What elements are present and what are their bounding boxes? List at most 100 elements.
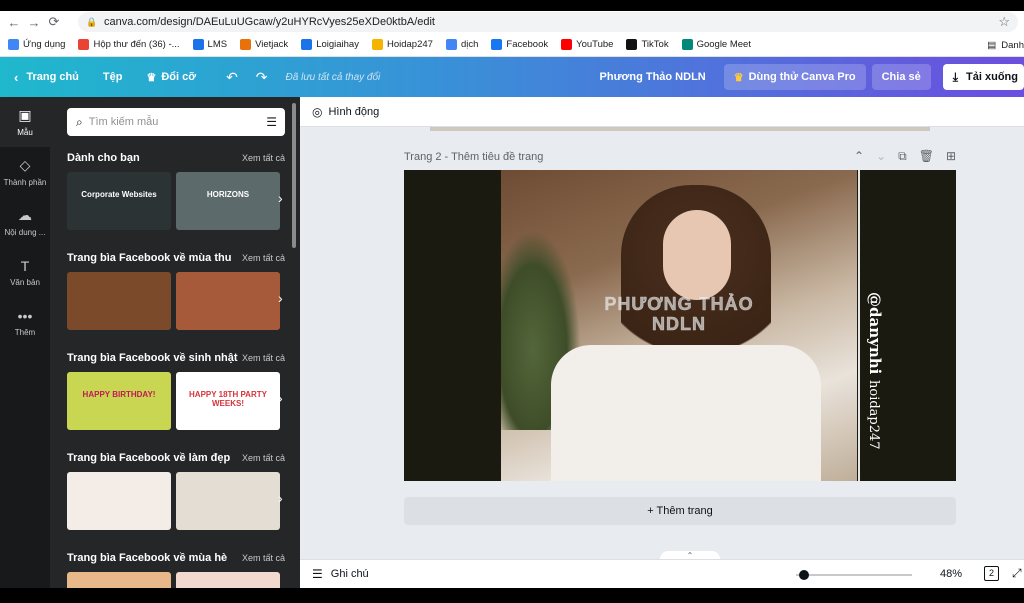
download-button[interactable]: ⤓ Tải xuống [942, 64, 1024, 90]
template-thumbnail[interactable] [67, 572, 171, 588]
animate-button[interactable]: ◎ Hình động [312, 105, 379, 119]
reload-icon[interactable]: ⟳ [44, 12, 64, 32]
delete-icon[interactable]: 🗑 [919, 149, 934, 164]
redo-icon[interactable]: ↷ [256, 69, 268, 86]
add-page-button[interactable]: + Thêm trang [404, 497, 956, 525]
forward-icon[interactable]: → [24, 12, 44, 32]
template-search-input[interactable]: ⌕ Tìm kiếm mẫu ☰ [67, 108, 285, 136]
bookmark-item[interactable]: YouTube [561, 39, 613, 50]
bookmark-item[interactable]: Vietjack [240, 39, 288, 50]
previous-page-edge [430, 127, 930, 131]
address-bar[interactable]: 🔒 canva.com/design/DAEuLuUGcaw/y2uHYRcVy… [78, 12, 1018, 32]
home-link[interactable]: ‹ Trang chủ [14, 70, 79, 85]
zoom-slider-handle[interactable] [799, 570, 809, 580]
reading-list-button[interactable]: ▤ Danh [987, 33, 1024, 56]
template-thumbnail[interactable]: HAPPY 18TH PARTY WEEKS! [176, 372, 280, 430]
rail-item-2[interactable]: ☁ Nội dung ... [0, 197, 50, 247]
chevron-right-icon[interactable]: › [278, 290, 283, 306]
section-title: Trang bìa Facebook về sinh nhật [67, 352, 238, 364]
rail-item-4[interactable]: ••• Thêm [0, 297, 50, 347]
bookmark-item[interactable]: Hoidap247 [371, 39, 433, 50]
chevron-up-icon[interactable]: ⌃ [854, 149, 864, 164]
rail-item-label: Nội dung ... [4, 228, 46, 237]
bookmark-label: Ứng dụng [23, 39, 66, 50]
file-menu[interactable]: Tệp [103, 71, 123, 83]
page-title[interactable]: Trang 2 - Thêm tiêu đề trang [404, 151, 543, 163]
chevron-right-icon[interactable]: › [278, 190, 283, 206]
bookmark-item[interactable]: Google Meet [681, 39, 751, 50]
vertical-site-text[interactable]: hoidap247 [866, 380, 881, 450]
design-page[interactable]: PHƯƠNG THẢO NDLN @danynhi hoidap247 [404, 170, 956, 481]
template-thumbnail[interactable] [176, 572, 280, 588]
back-icon[interactable]: ← [4, 12, 24, 32]
bookmark-favicon-icon [681, 39, 693, 50]
section-title: Trang bìa Facebook về mùa thu [67, 252, 232, 264]
chevron-right-icon[interactable]: › [278, 390, 283, 406]
portrait-photo[interactable]: PHƯƠNG THẢO NDLN [501, 170, 857, 481]
bookmark-item[interactable]: LMS [192, 39, 227, 50]
template-thumbnail[interactable] [67, 472, 171, 530]
screen: ← → ⟳ 🔒 canva.com/design/DAEuLuUGcaw/y2u… [0, 0, 1024, 603]
editor-toolbar: ◎ Hình động [300, 97, 1024, 127]
chevron-right-icon[interactable]: › [278, 490, 283, 506]
see-all-link[interactable]: Xem tất cả [242, 353, 285, 363]
bookmark-item[interactable]: Facebook [491, 39, 548, 50]
photo-title[interactable]: PHƯƠNG THẢO NDLN [501, 294, 857, 335]
see-all-link[interactable]: Xem tất cả [242, 153, 285, 163]
rail-item-label: Thành phần [3, 178, 47, 187]
template-thumbnail[interactable]: HORIZONS [176, 172, 280, 230]
bookmark-favicon-icon [445, 39, 457, 50]
page-count-badge[interactable]: 2 [984, 566, 999, 581]
animate-label: Hình động [328, 105, 380, 118]
resize-button[interactable]: ♛ Đổi cỡ [146, 71, 196, 84]
notes-icon[interactable]: ☰ [312, 567, 323, 581]
see-all-link[interactable]: Xem tất cả [242, 253, 285, 263]
share-button[interactable]: Chia sẻ [871, 64, 931, 90]
bookmark-label: YouTube [576, 39, 614, 50]
rail-item-0[interactable]: ▣ Mẫu [0, 97, 50, 147]
rail-item-3[interactable]: T Văn bản [0, 247, 50, 297]
bookmarks-bar: Ứng dụng Hộp thư đến (36) -... LMS Vietjack… [0, 33, 1024, 57]
bookmark-item[interactable]: Hộp thư đến (36) -... [78, 39, 180, 50]
panel-scrollbar[interactable] [292, 103, 296, 248]
see-all-link[interactable]: Xem tất cả [242, 553, 285, 563]
bookmark-item[interactable]: Loigiaihay [301, 39, 359, 50]
zoom-level[interactable]: 48% [940, 568, 962, 580]
face-shape [663, 210, 731, 300]
bookmark-favicon-icon [491, 39, 503, 50]
layout-icon: ▣ [18, 107, 32, 123]
zoom-slider[interactable] [796, 574, 912, 576]
fullscreen-icon[interactable]: ⤢ [1012, 566, 1022, 581]
template-thumbnail[interactable]: Corporate Websites [67, 172, 171, 230]
template-thumbnail[interactable] [176, 472, 280, 530]
upload-icon: ☁ [18, 207, 32, 223]
screen-bottom-edge [0, 588, 1024, 603]
bookmark-label: Google Meet [696, 39, 751, 50]
share-label: Chia sẻ [881, 71, 921, 83]
undo-icon[interactable]: ↶ [226, 69, 238, 86]
blouse-shape [551, 345, 821, 481]
bookmark-item[interactable]: TikTok [626, 39, 669, 50]
filter-icon[interactable]: ☰ [266, 115, 277, 129]
notes-label[interactable]: Ghi chú [331, 568, 369, 580]
template-thumbnail[interactable] [67, 272, 171, 330]
template-thumbnail[interactable] [176, 272, 280, 330]
duplicate-icon[interactable]: ⧉ [898, 149, 907, 164]
bookmark-favicon-icon [78, 39, 90, 50]
bookmark-item[interactable]: dịch [445, 39, 478, 50]
crown-icon: ♛ [733, 71, 744, 84]
see-all-link[interactable]: Xem tất cả [242, 453, 285, 463]
photo-title-line-1: PHƯƠNG THẢO [604, 294, 754, 315]
file-label: Tệp [102, 71, 123, 83]
thumbnail-text: Corporate Websites [81, 190, 157, 199]
bookmark-item[interactable]: Ứng dụng [8, 39, 65, 50]
bookmark-label: Hoidap247 [386, 39, 433, 50]
rail-item-1[interactable]: ◇ Thành phần [0, 147, 50, 197]
design-name[interactable]: Phương Thảo NDLN [600, 71, 706, 83]
add-page-icon[interactable]: ⊞ [946, 149, 956, 164]
template-thumbnail[interactable]: HAPPY BIRTHDAY! [67, 372, 171, 430]
try-pro-button[interactable]: ♛ Dùng thử Canva Pro [723, 64, 866, 90]
vertical-handle-text[interactable]: @danynhi [866, 292, 884, 374]
chevron-down-icon[interactable]: ⌄ [876, 149, 886, 164]
bookmark-star-icon[interactable]: ☆ [998, 14, 1010, 30]
